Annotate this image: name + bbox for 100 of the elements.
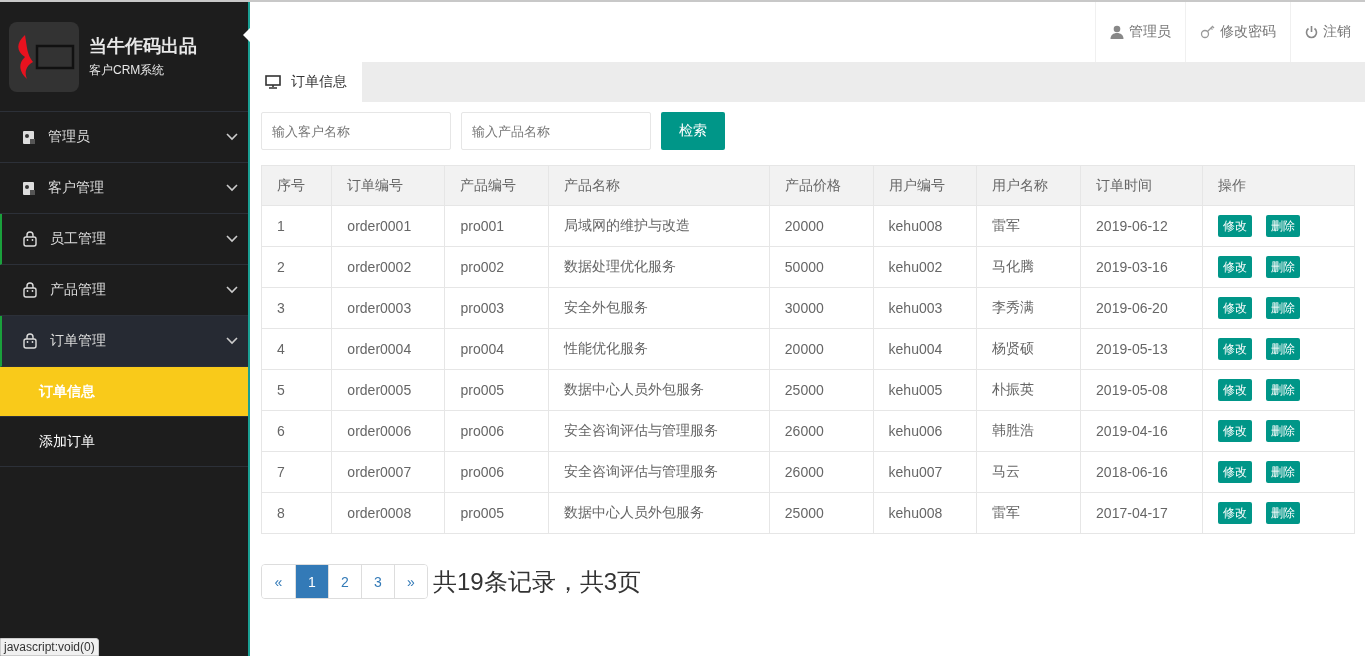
sidebar-subitem[interactable]: 添加订单	[0, 417, 248, 467]
column-header: 序号	[261, 165, 332, 206]
sidebar-item-label: 管理员	[48, 128, 91, 146]
chevron-down-icon	[226, 337, 238, 345]
table-cell: 安全外包服务	[548, 287, 770, 329]
table-cell: 20000	[769, 328, 874, 370]
tab[interactable]: 订单信息	[250, 62, 362, 102]
delete-button[interactable]: 删除	[1266, 461, 1301, 483]
edit-button[interactable]: 修改	[1218, 297, 1253, 319]
sidebar-item-label: 员工管理	[50, 230, 107, 248]
chevron-down-icon	[226, 133, 238, 141]
table-cell: 雷军	[976, 492, 1081, 534]
edit-button[interactable]: 修改	[1218, 256, 1253, 278]
delete-button[interactable]: 删除	[1266, 297, 1301, 319]
table-cell: kehu006	[873, 410, 977, 452]
table-cell: 数据处理优化服务	[548, 246, 770, 288]
table-cell: 马化腾	[976, 246, 1081, 288]
edit-button[interactable]: 修改	[1218, 338, 1253, 360]
search-field[interactable]: 输入客户名称	[261, 112, 451, 150]
status-url: javascript:void(0)	[0, 638, 99, 656]
edit-button[interactable]: 修改	[1218, 461, 1253, 483]
shopping-bag-icon	[22, 282, 38, 298]
table-cell: pro001	[444, 205, 549, 247]
sidebar-item[interactable]: 员工管理	[0, 214, 248, 265]
table-cell: 2	[261, 246, 332, 288]
table-cell: pro006	[444, 451, 549, 493]
table-cell: pro005	[444, 369, 549, 411]
table-cell: 5	[261, 369, 332, 411]
record-summary: 共19条记录，共3页	[433, 566, 642, 597]
id-card-icon	[22, 180, 36, 196]
edit-button[interactable]: 修改	[1218, 379, 1253, 401]
table-cell: 30000	[769, 287, 874, 329]
table-cell: 6	[261, 410, 332, 452]
user-icon	[1110, 25, 1124, 39]
table-cell: 1	[261, 205, 332, 247]
table-cell: 25000	[769, 492, 874, 534]
id-card-icon	[22, 129, 36, 145]
table-cell: 2019-05-08	[1080, 369, 1203, 411]
search-button[interactable]: 检索	[661, 112, 725, 150]
table-cell: order0004	[331, 328, 445, 370]
column-header: 订单时间	[1080, 165, 1203, 206]
table-cell: 2017-04-17	[1080, 492, 1203, 534]
delete-button[interactable]: 删除	[1266, 215, 1301, 237]
edit-button[interactable]: 修改	[1218, 502, 1253, 524]
table-cell: pro002	[444, 246, 549, 288]
table-cell: 20000	[769, 205, 874, 247]
table-cell: 杨贤硕	[976, 328, 1081, 370]
column-header: 订单编号	[331, 165, 445, 206]
table-cell: 25000	[769, 369, 874, 411]
table-cell: 2019-06-20	[1080, 287, 1203, 329]
table-cell: 安全咨询评估与管理服务	[548, 410, 770, 452]
table-cell: pro006	[444, 410, 549, 452]
table-cell: 50000	[769, 246, 874, 288]
delete-button[interactable]: 删除	[1266, 379, 1301, 401]
chevron-down-icon	[226, 235, 238, 243]
table-cell: 26000	[769, 410, 874, 452]
monitor-icon	[265, 75, 281, 89]
key-icon	[1200, 25, 1215, 39]
sidebar-item[interactable]: 订单管理	[0, 316, 248, 367]
table-cell: 8	[261, 492, 332, 534]
table-cell: 2018-06-16	[1080, 451, 1203, 493]
column-header: 操作	[1202, 165, 1355, 206]
table-cell: pro005	[444, 492, 549, 534]
brand-subtitle: 客户CRM系统	[89, 62, 166, 79]
table-cell: 2019-03-16	[1080, 246, 1203, 288]
page-link[interactable]: 1	[295, 565, 328, 598]
table-cell: 7	[261, 451, 332, 493]
delete-button[interactable]: 删除	[1266, 338, 1301, 360]
table-cell: pro003	[444, 287, 549, 329]
edit-button[interactable]: 修改	[1218, 215, 1253, 237]
delete-button[interactable]: 删除	[1266, 256, 1301, 278]
table-cell: 数据中心人员外包服务	[548, 369, 770, 411]
table-cell: 雷军	[976, 205, 1081, 247]
delete-button[interactable]: 删除	[1266, 420, 1301, 442]
table-cell: 2019-06-12	[1080, 205, 1203, 247]
edit-button[interactable]: 修改	[1218, 420, 1253, 442]
table-cell: order0003	[331, 287, 445, 329]
search-field[interactable]: 输入产品名称	[461, 112, 651, 150]
table-cell: kehu002	[873, 246, 977, 288]
table-cell: kehu003	[873, 287, 977, 329]
table-cell: kehu007	[873, 451, 977, 493]
sidebar-item[interactable]: 客户管理	[0, 163, 248, 214]
chevron-down-icon	[226, 184, 238, 192]
table-cell: order0007	[331, 451, 445, 493]
table-cell: 数据中心人员外包服务	[548, 492, 770, 534]
sidebar-item[interactable]: 管理员	[0, 112, 248, 163]
table-cell: kehu004	[873, 328, 977, 370]
delete-button[interactable]: 删除	[1266, 502, 1301, 524]
brand-title: 当牛作码出品	[89, 35, 197, 58]
table-cell: pro004	[444, 328, 549, 370]
table-cell: 马云	[976, 451, 1081, 493]
column-header: 用户名称	[976, 165, 1081, 206]
table-cell: 4	[261, 328, 332, 370]
collapse-notch-icon	[243, 28, 250, 42]
table-cell: 安全咨询评估与管理服务	[548, 451, 770, 493]
sidebar-item-label: 订单管理	[50, 332, 107, 350]
column-header: 产品名称	[548, 165, 770, 206]
next-page-link[interactable]: »	[394, 565, 427, 598]
table-cell: 局域网的维护与改造	[548, 205, 770, 247]
table-cell: 性能优化服务	[548, 328, 770, 370]
